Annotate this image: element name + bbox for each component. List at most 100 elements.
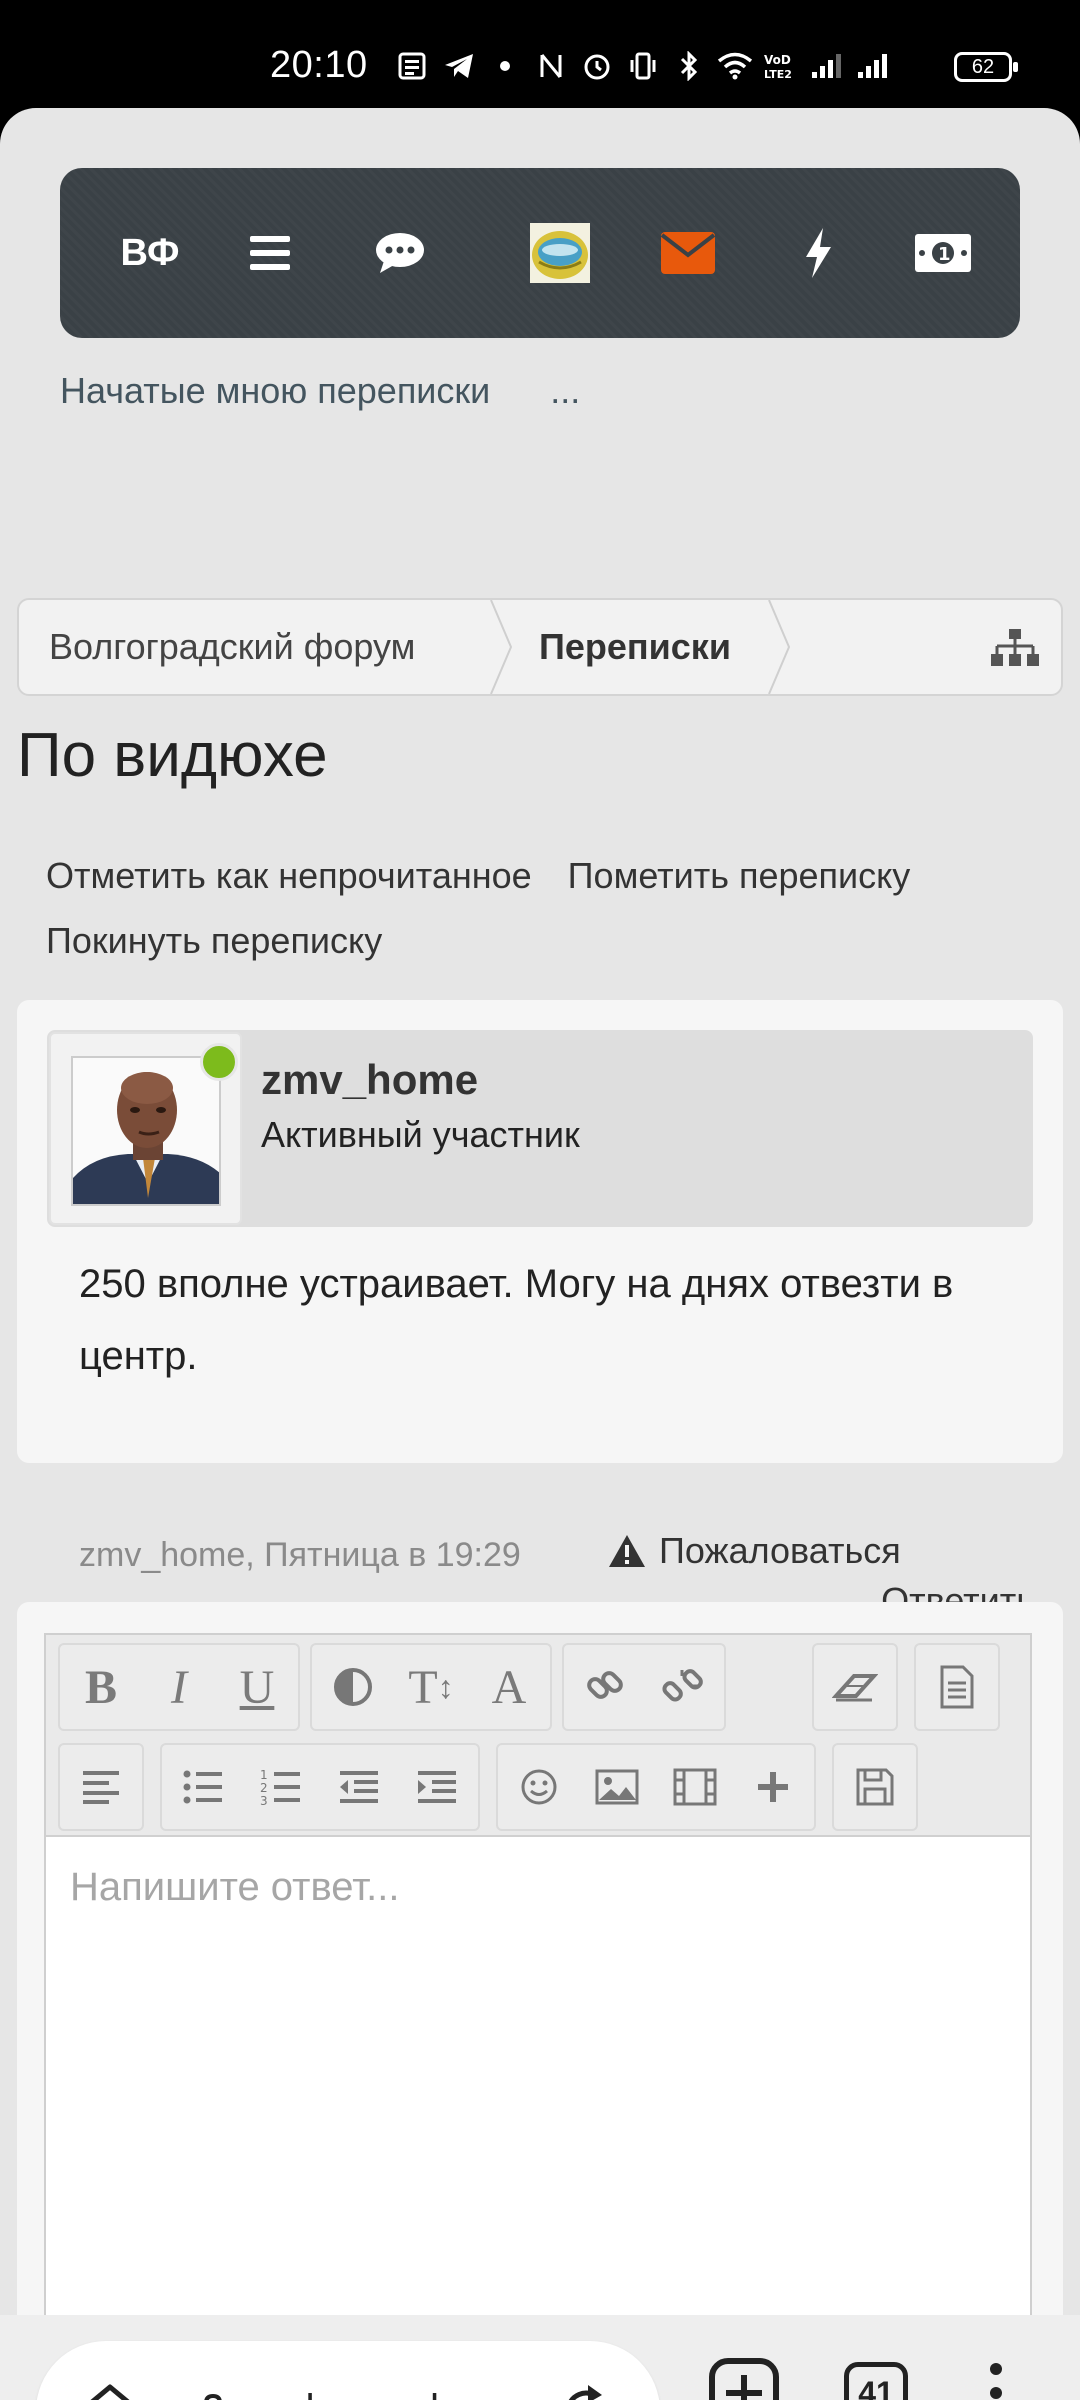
warning-icon [609,1535,645,1567]
post-username[interactable]: zmv_home [261,1056,478,1104]
browser-bottom-bar: 1 ...olgograd.ru 41 [0,2315,1080,2400]
underline-icon[interactable]: U [218,1645,296,1729]
forum-page: ВФ 1 Начатые мною переписки ... Волгогра… [0,108,1080,2400]
reply-input[interactable]: Напишите ответ... [70,1865,399,1910]
svg-text:3: 3 [260,1794,268,1807]
insert-icon[interactable] [734,1745,812,1829]
svg-text:2: 2 [260,1781,268,1795]
started-by-me-link[interactable]: Начатые мною переписки [60,370,490,412]
lock-icon [198,2393,228,2400]
save-draft-icon[interactable] [836,1745,914,1829]
forum-avatar-icon[interactable] [520,168,600,338]
avatar-frame [49,1032,242,1225]
flag-conversation-link[interactable]: Пометить переписку [568,843,911,908]
mark-unread-link[interactable]: Отметить как непрочитанное [46,843,532,908]
lightning-icon[interactable] [788,168,848,338]
money-icon[interactable]: 1 [898,168,988,338]
breadcrumb-conversations[interactable]: Переписки [539,600,731,694]
sublinks: Начатые мною переписки ... [60,370,580,412]
svg-text:1: 1 [938,244,951,265]
numbered-list-icon[interactable]: 123 [242,1745,320,1829]
breadcrumb-forum[interactable]: Волгоградский форум [49,600,415,694]
unlink-icon[interactable] [644,1645,722,1729]
status-icons: VoD LTE2 [390,46,896,86]
alarm-icon [574,46,620,86]
italic-icon[interactable]: I [140,1645,218,1729]
home-tab-icon[interactable]: 1 [80,2381,144,2400]
breadcrumb: Волгоградский форум Переписки [17,598,1063,696]
post-message-text: 250 вполне устраивает. Могу на днях отве… [79,1262,954,1378]
indent-icon[interactable] [398,1745,476,1829]
bullet-list-icon[interactable] [164,1745,242,1829]
svg-text:LTE2: LTE2 [764,68,792,81]
news-icon [390,46,436,86]
wifi-icon [712,46,758,86]
more-menu-button[interactable] [946,2343,1046,2400]
editor-toolbar: B I U T ↕ A 1 2 3 [46,1635,1030,1837]
source-icon[interactable] [918,1645,996,1729]
signal-icon [804,46,850,86]
image-icon[interactable] [578,1745,656,1829]
toolbar-group-source [914,1643,1000,1731]
align-icon[interactable] [62,1745,140,1829]
toolbar-group-insert [496,1743,816,1831]
toolbar-group-format: B I U [58,1643,300,1731]
telegram-icon [436,46,482,86]
media-icon[interactable] [656,1745,734,1829]
kebab-menu-icon [990,2363,1002,2399]
dot-icon [482,46,528,86]
bold-icon[interactable]: B [62,1645,140,1729]
forum-logo[interactable]: ВФ [100,168,200,338]
eraser-icon[interactable] [816,1645,894,1729]
link-icon[interactable] [566,1645,644,1729]
online-status-indicator [200,1043,238,1081]
more-link[interactable]: ... [550,370,580,412]
svg-text:1: 1 [260,1768,268,1782]
tab-count: 41 [844,2362,908,2400]
toolbar-group-lists: 123 [160,1743,480,1831]
svg-text:VoD: VoD [764,53,791,67]
report-label: Пожаловаться [659,1530,901,1571]
toolbar-group-font: T ↕ A [310,1643,552,1731]
font-icon[interactable]: A [470,1645,548,1729]
forum-navbar: ВФ 1 [60,168,1020,338]
status-bar: 20:10 VoD LTE2 62 [0,0,1080,108]
mail-icon[interactable] [648,168,728,338]
bluetooth-icon [666,46,712,86]
user-rank: Активный участник [261,1114,580,1155]
status-time: 20:10 [270,44,368,86]
battery-indicator: 62 [954,52,1018,82]
page-title: По видюхе [17,721,328,790]
reply-editor: B I U T ↕ A 1 2 3 Напишите ответ... [44,1633,1032,2383]
conversation-actions: Отметить как непрочитанное Пометить пере… [46,843,1046,973]
avatar[interactable] [71,1056,221,1206]
toolbar-group-save [832,1743,918,1831]
signal-icon-2 [850,46,896,86]
message-post: zmv_home Активный участник 250 вполне ус… [17,1000,1063,1621]
reload-icon[interactable] [560,2383,614,2400]
leave-conversation-link[interactable]: Покинуть переписку [46,908,382,973]
smiley-icon[interactable] [500,1745,578,1829]
volte-icon: VoD LTE2 [758,46,804,86]
menu-icon[interactable] [230,168,310,338]
color-icon[interactable] [314,1645,392,1729]
outdent-icon[interactable] [320,1745,398,1829]
tab-switcher-button[interactable]: 41 [826,2343,926,2400]
url-text[interactable]: ...olgograd.ru [250,2387,486,2400]
font-size-icon[interactable]: T ↕ [392,1645,470,1729]
breadcrumb-separator [768,600,791,694]
vibrate-icon [620,46,666,86]
toolbar-group-clear [812,1643,898,1731]
breadcrumb-separator [490,600,513,694]
nfc-icon [528,46,574,86]
chat-icon[interactable] [360,168,440,338]
plus-box-icon [709,2358,779,2400]
post-author-block: zmv_home Активный участник [47,1030,1033,1227]
sitemap-icon[interactable] [991,628,1039,673]
toolbar-group-align [58,1743,144,1831]
new-tab-button[interactable] [694,2343,794,2400]
report-link[interactable]: Пожаловаться [607,1530,901,1572]
post-meta[interactable]: zmv_home, Пятница в 19:29 [79,1536,521,1575]
address-bar[interactable]: 1 ...olgograd.ru [36,2341,660,2400]
toolbar-group-link [562,1643,726,1731]
